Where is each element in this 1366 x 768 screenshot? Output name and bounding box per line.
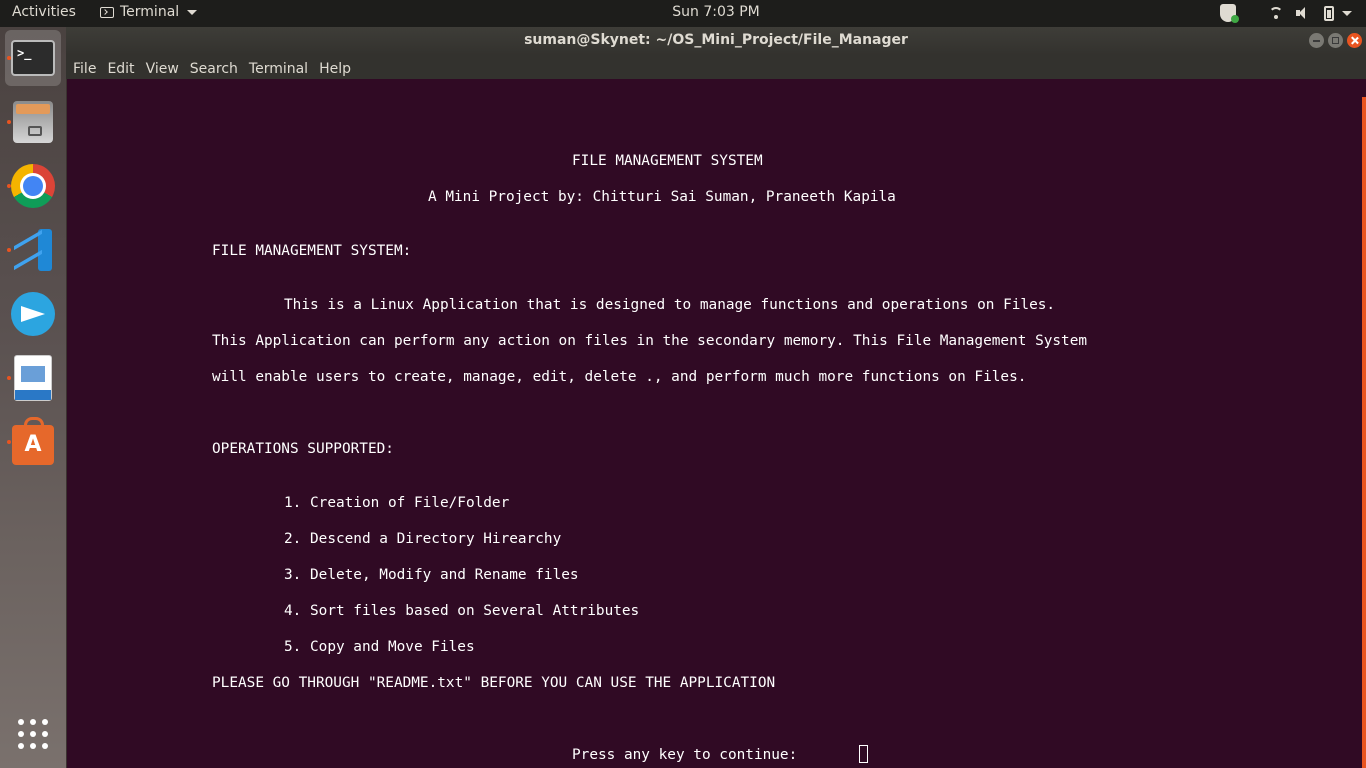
dock-item-files[interactable]: [5, 94, 61, 150]
running-indicator: [7, 120, 11, 124]
dock-item-writer[interactable]: [5, 350, 61, 406]
menu-search[interactable]: Search: [190, 58, 238, 77]
terminal-byline: A Mini Project by: Chitturi Sai Suman, P…: [428, 189, 896, 205]
battery-icon[interactable]: [1324, 5, 1334, 21]
terminal-heading: FILE MANAGEMENT SYSTEM: [572, 153, 763, 169]
dock-item-software[interactable]: A: [5, 414, 61, 470]
app-menu[interactable]: Terminal: [100, 4, 198, 20]
volume-icon[interactable]: [1296, 6, 1312, 20]
menu-edit[interactable]: Edit: [107, 58, 134, 77]
operation-item: 2. Descend a Directory Hirearchy: [284, 531, 562, 547]
operation-item: 4. Sort files based on Several Attribute…: [284, 603, 640, 619]
maximize-button[interactable]: [1328, 33, 1343, 48]
terminal-prompt: Press any key to continue:: [572, 747, 798, 763]
dock-item-telegram[interactable]: [5, 286, 61, 342]
terminal-icon: >_: [11, 40, 55, 76]
dock-item-vscode[interactable]: [5, 222, 61, 278]
window-title: suman@Skynet: ~/OS_Mini_Project/File_Man…: [524, 32, 908, 48]
activities-button[interactable]: Activities: [12, 4, 76, 20]
terminal-notice: PLEASE GO THROUGH "README.txt" BEFORE YO…: [212, 675, 776, 691]
show-applications-button[interactable]: [5, 706, 61, 762]
terminal-description-line: will enable users to create, manage, edi…: [212, 369, 1027, 385]
software-store-icon: A: [12, 417, 54, 465]
terminal-icon: [100, 6, 114, 18]
running-indicator: [7, 56, 11, 60]
terminal-window: suman@Skynet: ~/OS_Mini_Project/File_Man…: [66, 27, 1366, 768]
menu-bar: File Edit View Search Terminal Help: [66, 55, 1366, 79]
terminal-section-title: OPERATIONS SUPPORTED:: [212, 441, 394, 457]
running-indicator: [7, 248, 11, 252]
running-indicator: [7, 440, 11, 444]
app-menu-label: Terminal: [120, 4, 180, 20]
top-bar: Activities Terminal Sun 7:03 PM: [0, 0, 1366, 27]
vscode-icon: [12, 229, 54, 271]
terminal-section-title: FILE MANAGEMENT SYSTEM:: [212, 243, 412, 259]
menu-terminal[interactable]: Terminal: [249, 58, 308, 77]
writer-icon: [14, 355, 52, 401]
menu-view[interactable]: View: [146, 58, 179, 77]
files-icon: [13, 101, 53, 143]
terminal-output[interactable]: FILE MANAGEMENT SYSTEM A Mini Project by…: [67, 79, 1366, 768]
window-titlebar[interactable]: suman@Skynet: ~/OS_Mini_Project/File_Man…: [66, 27, 1366, 55]
wifi-icon[interactable]: [1268, 5, 1284, 21]
terminal-description-line: This Application can perform any action …: [212, 333, 1088, 349]
telegram-icon: [11, 292, 55, 336]
terminal-description-line: This is a Linux Application that is desi…: [284, 297, 1056, 313]
show-apps-icon: [18, 719, 48, 749]
dock-item-chrome[interactable]: [5, 158, 61, 214]
dock: >_ A: [0, 27, 66, 768]
window-controls: [1309, 33, 1362, 48]
operation-item: 1. Creation of File/Folder: [284, 495, 510, 511]
operation-item: 5. Copy and Move Files: [284, 639, 475, 655]
clock-container: Sun 7:03 PM: [0, 4, 1366, 20]
chrome-icon: [11, 164, 55, 208]
terminal-cursor: [859, 745, 868, 763]
clock[interactable]: Sun 7:03 PM: [672, 4, 760, 20]
security-shield-icon[interactable]: [1220, 4, 1239, 23]
menu-file[interactable]: File: [73, 58, 96, 77]
menu-help[interactable]: Help: [319, 58, 351, 77]
minimize-button[interactable]: [1309, 33, 1324, 48]
chevron-down-icon: [187, 9, 198, 15]
operation-item: 3. Delete, Modify and Rename files: [284, 567, 579, 583]
system-tray[interactable]: [1220, 4, 1352, 23]
running-indicator: [7, 376, 11, 380]
scrollbar[interactable]: [1362, 97, 1366, 768]
close-button[interactable]: [1347, 33, 1362, 48]
chevron-down-icon[interactable]: [1342, 10, 1352, 16]
dock-item-terminal[interactable]: >_: [5, 30, 61, 86]
